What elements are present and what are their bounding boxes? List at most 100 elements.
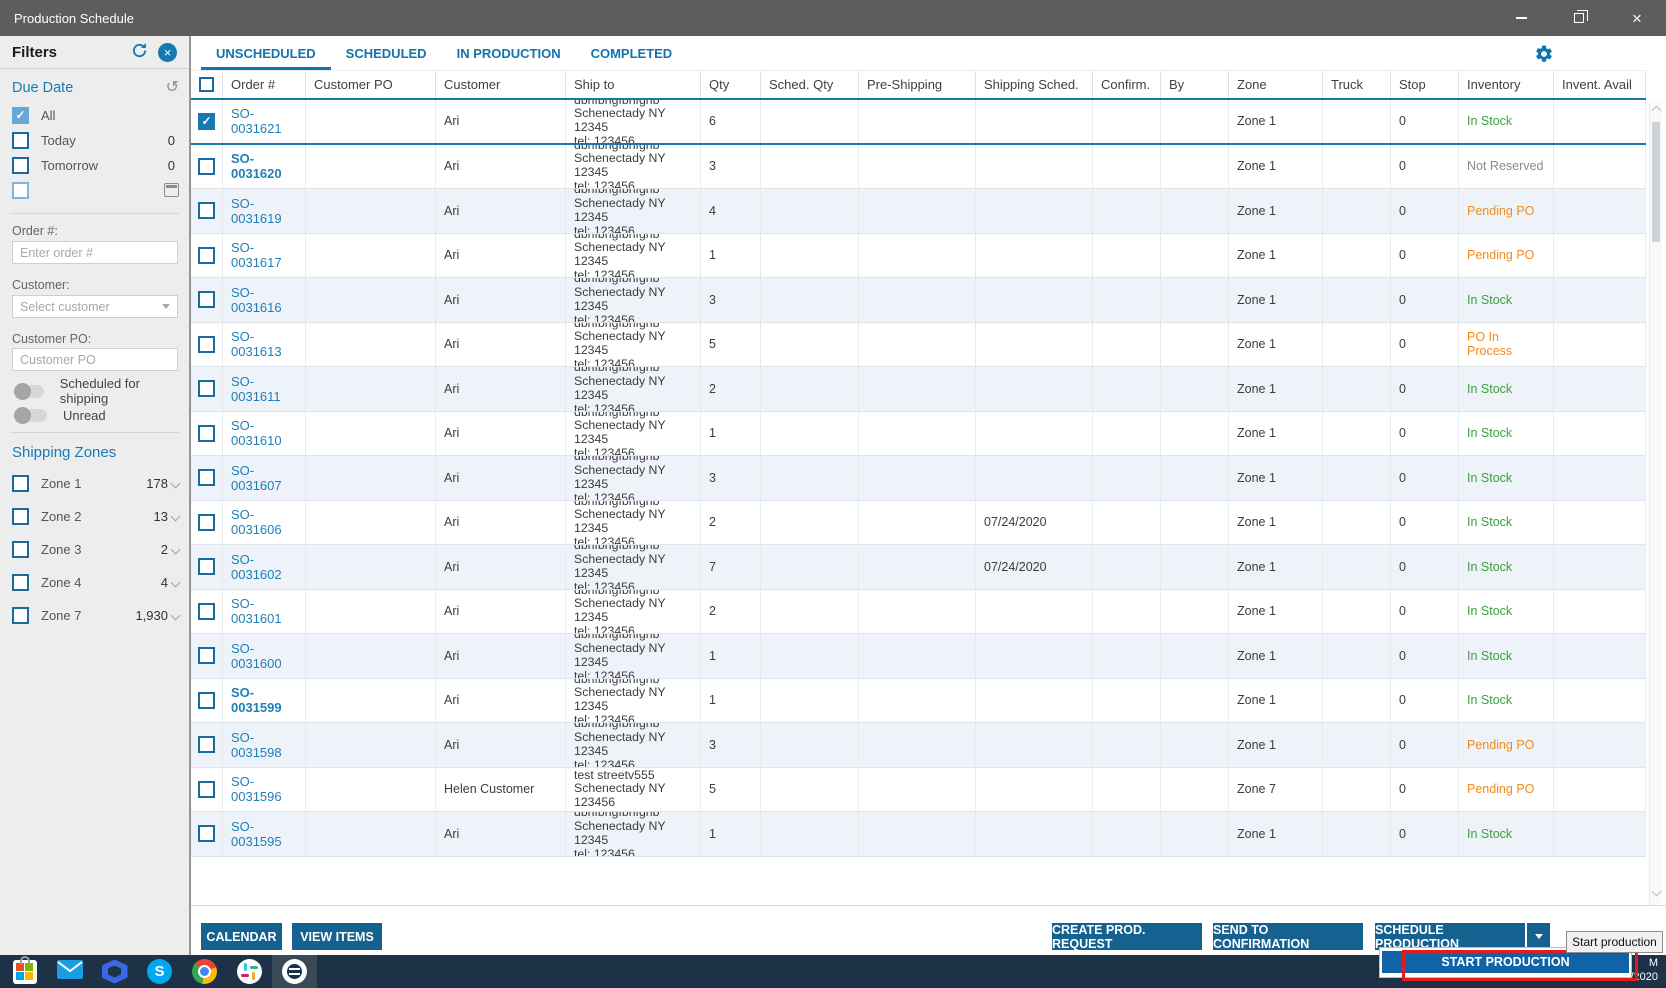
- select-all-checkbox[interactable]: [199, 77, 214, 92]
- column-header-customer[interactable]: Customer: [436, 71, 566, 98]
- table-row[interactable]: SO-0031616 Ari dbhfbhgfbhfghb Schenectady N…: [191, 278, 1646, 323]
- taskbar-icon-hexagon-app[interactable]: [92, 955, 137, 988]
- row-checkbox[interactable]: [198, 602, 215, 620]
- order-link[interactable]: SO-0031610: [231, 418, 297, 448]
- table-row[interactable]: SO-0031620 Ari dbhfbhgfbhfghb Schenectady N…: [191, 144, 1646, 189]
- close-filters-icon[interactable]: ×: [158, 42, 177, 62]
- column-header-zone[interactable]: Zone: [1229, 71, 1323, 98]
- toggle-scheduled-for-shipping[interactable]: [14, 382, 44, 400]
- taskbar-icon-chrome[interactable]: [182, 955, 227, 988]
- table-row[interactable]: SO-0031596 Helen Customer test streetv555 S…: [191, 767, 1646, 812]
- reset-due-date-icon[interactable]: ↺: [166, 80, 179, 96]
- tab-unscheduled[interactable]: UNSCHEDULED: [201, 36, 331, 70]
- restore-button[interactable]: [1550, 0, 1608, 36]
- row-checkbox[interactable]: [198, 469, 215, 487]
- table-row[interactable]: SO-0031602 Ari dbhfbhgfbhfghb Schenectady N…: [191, 545, 1646, 590]
- create-prod-request-button[interactable]: CREATE PROD. REQUEST: [1052, 923, 1202, 951]
- zone-checkbox-zone-2[interactable]: [12, 507, 29, 525]
- scroll-down-icon[interactable]: [1651, 886, 1662, 897]
- row-checkbox[interactable]: [198, 335, 215, 353]
- table-row[interactable]: SO-0031599 Ari dbhfbhgfbhfghb Schenectady N…: [191, 678, 1646, 723]
- order-link[interactable]: SO-0031620: [231, 151, 297, 181]
- column-header-by[interactable]: By: [1161, 71, 1229, 98]
- schedule-production-button[interactable]: SCHEDULE PRODUCTION: [1375, 923, 1525, 951]
- view-items-button[interactable]: VIEW ITEMS: [292, 923, 382, 950]
- table-row[interactable]: SO-0031607 Ari dbhfbhgfbhfghb Schenectady N…: [191, 456, 1646, 501]
- calendar-button[interactable]: CALENDAR: [201, 923, 282, 950]
- tab-completed[interactable]: COMPLETED: [576, 36, 688, 70]
- chevron-down-icon[interactable]: [170, 544, 181, 554]
- order-link[interactable]: SO-0031599: [231, 685, 297, 715]
- row-checkbox[interactable]: [198, 736, 215, 754]
- zone-checkbox-zone-3[interactable]: [12, 540, 29, 558]
- table-row[interactable]: SO-0031611 Ari dbhfbhgfbhfghb Schenectady N…: [191, 367, 1646, 412]
- column-header-stop[interactable]: Stop: [1391, 71, 1459, 98]
- order-link[interactable]: SO-0031595: [231, 819, 297, 849]
- customer-po-input[interactable]: [12, 348, 178, 371]
- minimize-button[interactable]: [1492, 0, 1550, 36]
- row-checkbox[interactable]: [198, 647, 215, 665]
- order-link[interactable]: SO-0031602: [231, 552, 297, 582]
- row-checkbox[interactable]: [198, 558, 215, 576]
- column-header-order[interactable]: Order #: [223, 71, 306, 98]
- order-link[interactable]: SO-0031606: [231, 507, 297, 537]
- column-header-shipping-sched[interactable]: Shipping Sched.: [976, 71, 1093, 98]
- row-checkbox[interactable]: [198, 246, 215, 264]
- table-row[interactable]: SO-0031595 Ari dbhfbhgfbhfghb Schenectady N…: [191, 812, 1646, 857]
- order-number-input[interactable]: [12, 241, 178, 264]
- close-button[interactable]: ×: [1608, 0, 1666, 36]
- row-checkbox[interactable]: [198, 291, 215, 309]
- column-header-qty[interactable]: Qty: [701, 71, 761, 98]
- order-link[interactable]: SO-0031601: [231, 596, 297, 626]
- taskbar-icon-skype[interactable]: S: [137, 955, 182, 988]
- order-link[interactable]: SO-0031621: [231, 106, 297, 136]
- chevron-down-icon[interactable]: [170, 610, 181, 620]
- order-link[interactable]: SO-0031619: [231, 196, 297, 226]
- chevron-down-icon[interactable]: [170, 577, 181, 587]
- calendar-icon[interactable]: [164, 183, 179, 197]
- table-row[interactable]: SO-0031606 Ari dbhfbhgfbhfghb Schenectady N…: [191, 500, 1646, 545]
- column-header-customer-po[interactable]: Customer PO: [306, 71, 436, 98]
- tab-scheduled[interactable]: SCHEDULED: [331, 36, 442, 70]
- column-header-invent-avail[interactable]: Invent. Avail: [1554, 71, 1646, 98]
- zone-checkbox-zone-7[interactable]: [12, 606, 29, 624]
- column-header-pre-shipping[interactable]: Pre-Shipping: [859, 71, 976, 98]
- send-to-confirmation-button[interactable]: SEND TO CONFIRMATION: [1213, 923, 1363, 951]
- zone-checkbox-zone-4[interactable]: [12, 573, 29, 591]
- scrollbar-thumb[interactable]: [1652, 122, 1660, 242]
- order-link[interactable]: SO-0031607: [231, 463, 297, 493]
- due-date-custom-checkbox[interactable]: [12, 181, 29, 199]
- row-checkbox[interactable]: [198, 780, 215, 798]
- order-link[interactable]: SO-0031617: [231, 240, 297, 270]
- order-link[interactable]: SO-0031616: [231, 285, 297, 315]
- order-link[interactable]: SO-0031598: [231, 730, 297, 760]
- order-link[interactable]: SO-0031611: [231, 374, 297, 404]
- table-row[interactable]: SO-0031619 Ari dbhfbhgfbhfghb Schenectady N…: [191, 189, 1646, 234]
- zone-checkbox-zone-1[interactable]: [12, 474, 29, 492]
- column-header-ship-to[interactable]: Ship to: [566, 71, 701, 98]
- table-row[interactable]: SO-0031600 Ari dbhfbhgfbhfghb Schenectady N…: [191, 634, 1646, 679]
- column-header-confirm[interactable]: Confirm.: [1093, 71, 1161, 98]
- due-date-checkbox-today[interactable]: [12, 131, 29, 149]
- scroll-up-icon[interactable]: [1651, 105, 1662, 116]
- row-checkbox[interactable]: [198, 157, 215, 175]
- order-link[interactable]: SO-0031613: [231, 329, 297, 359]
- column-header-inventory[interactable]: Inventory: [1459, 71, 1554, 98]
- row-checkbox[interactable]: [198, 424, 215, 442]
- row-checkbox[interactable]: [198, 513, 215, 531]
- schedule-production-dropdown-button[interactable]: [1527, 923, 1550, 950]
- column-header-sched-qty[interactable]: Sched. Qty: [761, 71, 859, 98]
- order-link[interactable]: SO-0031600: [231, 641, 297, 671]
- due-date-checkbox-tomorrow[interactable]: [12, 156, 29, 174]
- customer-select[interactable]: Select customer: [12, 295, 178, 318]
- table-row[interactable]: SO-0031598 Ari dbhfbhgfbhfghb Schenectady N…: [191, 723, 1646, 768]
- row-checkbox[interactable]: [198, 202, 215, 220]
- taskbar-icon-microsoft-store[interactable]: [2, 955, 47, 988]
- table-row[interactable]: SO-0031610 Ari dbhfbhgfbhfghb Schenectady N…: [191, 411, 1646, 456]
- settings-gear-icon[interactable]: [1534, 44, 1554, 64]
- row-checkbox[interactable]: [198, 691, 215, 709]
- tab-in-production[interactable]: IN PRODUCTION: [442, 36, 576, 70]
- row-checkbox[interactable]: [198, 380, 215, 398]
- toggle-unread[interactable]: [14, 406, 47, 424]
- taskbar-icon-production-app[interactable]: [272, 955, 317, 988]
